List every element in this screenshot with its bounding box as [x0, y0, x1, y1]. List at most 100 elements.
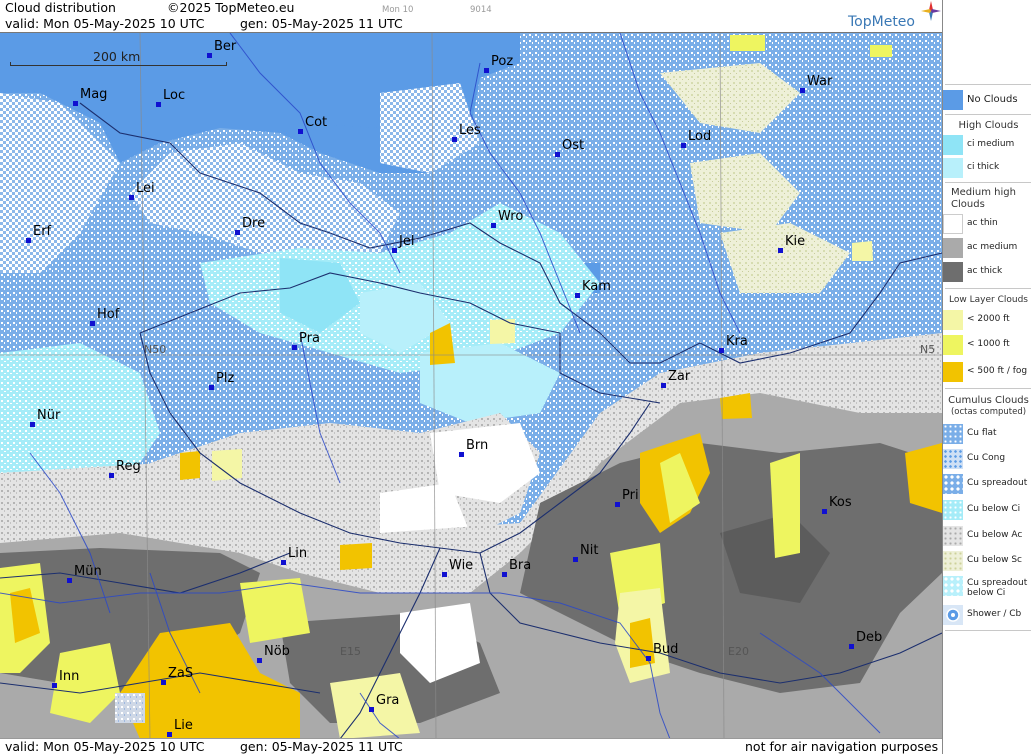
cloud-map[interactable]: 200 km N50 N5 E15 E20 Ber Poz War Mag Lo…	[0, 32, 942, 738]
grid-label-n50: N50	[144, 343, 167, 356]
city-dot	[156, 102, 161, 107]
swatch-ci-medium	[943, 135, 963, 155]
legend-low-title: Low Layer Clouds	[949, 295, 1028, 305]
city-dot	[257, 658, 262, 663]
city-dot	[646, 656, 651, 661]
city-label: Pri	[622, 488, 639, 503]
grid-label-e15: E15	[340, 645, 361, 658]
legend-high-title: High Clouds	[958, 120, 1019, 131]
city-label: Gra	[376, 693, 400, 708]
valid-time: valid: Mon 05-May-2025 10 UTC	[5, 16, 205, 31]
city-dot	[52, 683, 57, 688]
city-dot	[491, 223, 496, 228]
legend-cu-below-ac: Cu below Ac	[943, 526, 1033, 546]
legend-medium-title-1: Medium high	[951, 187, 1016, 198]
city-label: Kra	[726, 334, 748, 349]
city-label: Ber	[214, 39, 237, 54]
city-dot	[800, 88, 805, 93]
swatch-shower	[943, 605, 963, 625]
legend-ac-thick: ac thick	[943, 262, 1033, 282]
city-dot	[392, 248, 397, 253]
city-label: Lei	[136, 181, 155, 196]
header: Cloud distribution ©2025 TopMeteo.eu val…	[0, 0, 942, 32]
city-dot	[161, 680, 166, 685]
city-dot	[442, 572, 447, 577]
legend-low-500: < 500 ft / fog	[943, 362, 1033, 382]
legend-ac-medium: ac medium	[943, 238, 1033, 258]
city-dot	[73, 101, 78, 106]
brand-name: TopMeteo	[848, 14, 915, 30]
swatch-low-1000	[943, 335, 963, 355]
city-dot	[452, 137, 457, 142]
city-label: Cot	[305, 115, 328, 130]
legend-cu-spreadout: Cu spreadout	[943, 474, 1033, 494]
city-label: Reg	[116, 459, 141, 474]
header-small-day: Mon 10	[382, 5, 414, 15]
city-dot	[822, 509, 827, 514]
city-dot	[67, 578, 72, 583]
city-label: Mün	[74, 564, 102, 579]
city-dot	[167, 732, 172, 737]
scale-bar: 200 km	[10, 49, 227, 71]
city-dot	[681, 143, 686, 148]
legend-low-2000: < 2000 ft	[943, 310, 1033, 330]
footer-disclaimer: not for air navigation purposes	[745, 739, 939, 754]
city-dot	[109, 473, 114, 478]
city-dot	[615, 502, 620, 507]
legend-ci-thick: ci thick	[943, 158, 1033, 178]
shower-icon	[946, 608, 960, 622]
city-label: Nöb	[264, 644, 290, 659]
legend-cu-cong: Cu Cong	[943, 449, 1033, 469]
city-dot	[129, 195, 134, 200]
swatch-cu-flat	[943, 424, 963, 444]
legend-shower: Shower / Cb	[943, 605, 1033, 625]
grid-label-e20: E20	[728, 645, 749, 658]
legend-cu-below-ci: Cu below Ci	[943, 500, 1033, 520]
city-dot	[26, 238, 31, 243]
city-label: Lod	[688, 129, 712, 144]
city-label: Jel	[399, 234, 415, 249]
city-label: Les	[459, 123, 481, 138]
city-dot	[459, 452, 464, 457]
swatch-cu-below-sc	[943, 551, 963, 571]
legend-cu-spread-below-ci: Cu spreadout below Ci	[943, 576, 1033, 600]
city-label: Plz	[216, 371, 235, 386]
city-label: Hof	[97, 307, 120, 322]
city-dot	[555, 152, 560, 157]
swatch-no-clouds	[943, 90, 963, 110]
city-label: Inn	[59, 669, 80, 684]
city-label: Wie	[449, 558, 474, 573]
footer: valid: Mon 05-May-2025 10 UTC gen: 05-Ma…	[0, 738, 942, 754]
legend-cu-flat: Cu flat	[943, 424, 1033, 444]
grid-label-n50-right: N5	[920, 343, 936, 356]
city-dot	[484, 68, 489, 73]
swatch-cu-spreadout	[943, 474, 963, 494]
swatch-cu-below-ac	[943, 526, 963, 546]
swatch-cu-cong	[943, 449, 963, 469]
city-dot	[298, 129, 303, 134]
swatch-cu-below-ci	[943, 500, 963, 520]
swatch-ac-medium	[943, 238, 963, 258]
footer-valid-time: valid: Mon 05-May-2025 10 UTC	[5, 739, 205, 754]
city-dot	[209, 385, 214, 390]
legend-ci-medium: ci medium	[943, 135, 1033, 155]
city-dot	[292, 345, 297, 350]
city-dot	[30, 422, 35, 427]
swatch-low-2000	[943, 310, 963, 330]
swatch-ac-thick	[943, 262, 963, 282]
swatch-cu-spread-below-ci	[943, 576, 963, 596]
city-dot	[90, 321, 95, 326]
city-label: Bud	[653, 642, 679, 657]
city-label: Loc	[163, 88, 186, 103]
city-label: Ost	[562, 138, 585, 153]
city-label: Deb	[856, 630, 883, 645]
city-label: Pra	[299, 331, 320, 346]
city-dot	[369, 707, 374, 712]
city-label: Wro	[498, 209, 524, 224]
city-dot	[281, 560, 286, 565]
city-dot	[573, 557, 578, 562]
compass-logo-icon	[921, 1, 941, 21]
city-label: Kam	[582, 279, 611, 294]
swatch-ci-thick	[943, 158, 963, 178]
city-label: Lie	[174, 718, 193, 733]
